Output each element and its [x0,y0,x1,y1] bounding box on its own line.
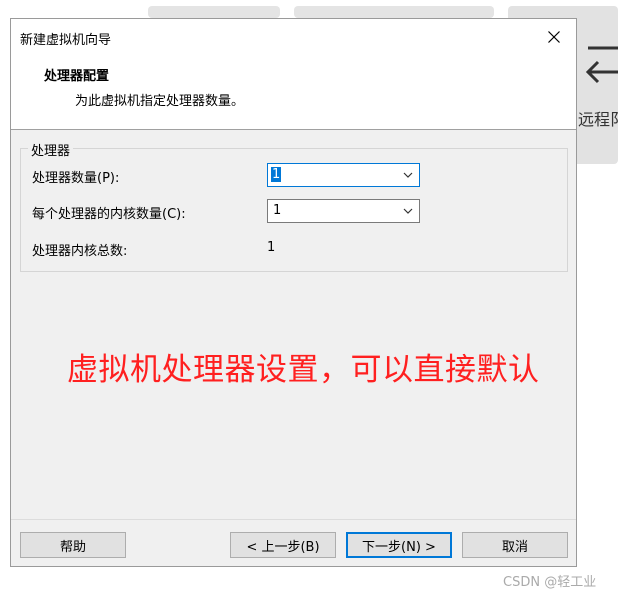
chevron-down-icon [403,172,413,178]
processor-count-label: 处理器数量(P): [32,171,120,186]
background-remote-label: 远程阝 [578,110,618,129]
back-button[interactable]: < 上一步(B) [230,532,336,558]
cores-per-processor-label: 每个处理器的内核数量(C): [32,207,186,222]
annotation-text: 虚拟机处理器设置，可以直接默认 [67,352,540,388]
dialog-title: 新建虚拟机向导 [20,33,112,48]
background-card-2 [294,6,494,18]
cores-per-processor-value: 1 [273,203,282,218]
wizard-header: 处理器配置 为此虚拟机指定处理器数量。 [11,57,576,130]
new-vm-wizard-dialog: 新建虚拟机向导 处理器配置 为此虚拟机指定处理器数量。 处理器 处理器数量(P)… [10,18,577,567]
page-title: 处理器配置 [44,69,110,84]
cancel-button[interactable]: 取消 [462,532,568,558]
processor-count-select[interactable]: 1 [267,163,420,187]
swap-arrows-icon [585,46,618,84]
next-button[interactable]: 下一步(N) > [346,532,452,558]
close-button[interactable] [532,19,576,55]
chevron-down-icon [403,208,413,214]
close-icon [548,31,560,43]
total-cores-value: 1 [267,240,276,255]
processor-count-value: 1 [271,167,282,182]
cores-per-processor-select[interactable]: 1 [267,199,420,223]
page-subtitle: 为此虚拟机指定处理器数量。 [75,94,245,109]
footer-divider [11,519,576,520]
title-bar: 新建虚拟机向导 [11,19,576,57]
processor-group-legend: 处理器 [28,140,74,159]
help-button[interactable]: 帮助 [20,532,126,558]
background-card-1 [148,6,280,18]
total-cores-label: 处理器内核总数: [32,244,128,259]
csdn-watermark: CSDN @轻工业 [503,575,597,590]
